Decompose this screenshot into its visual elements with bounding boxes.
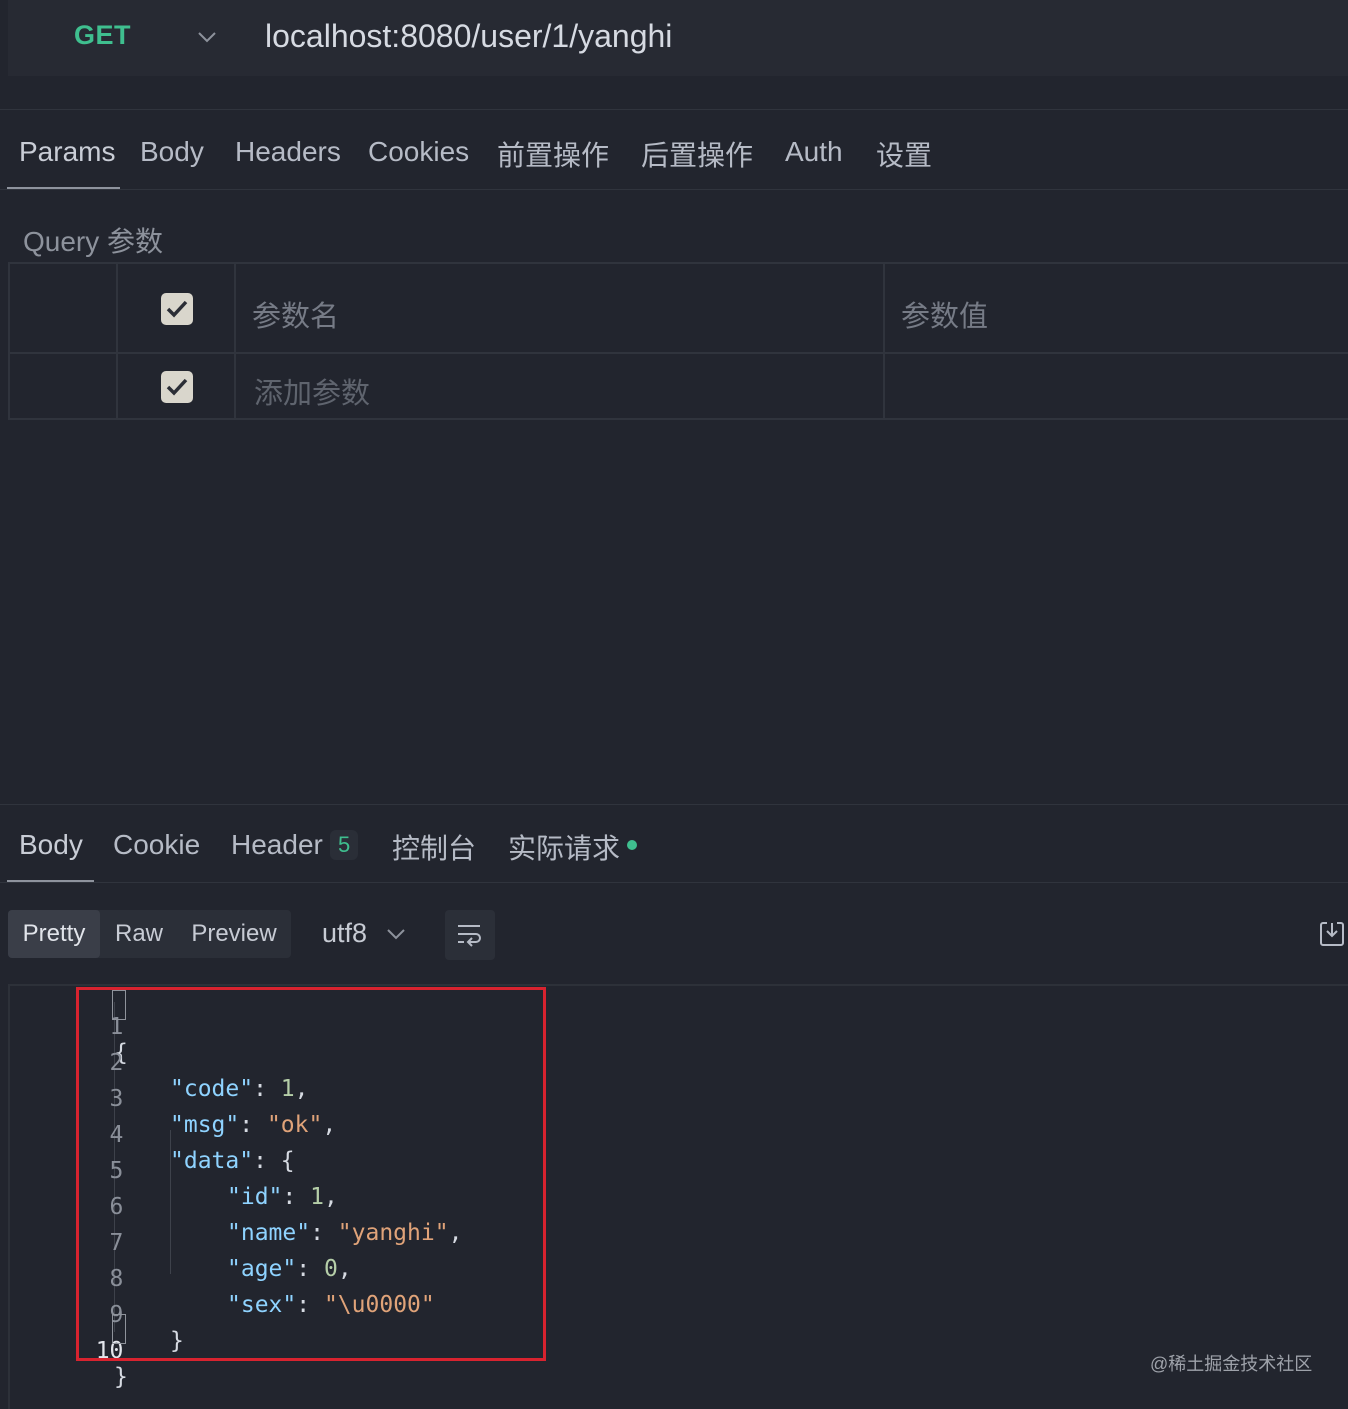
tab-response-body[interactable]: Body <box>19 829 83 861</box>
tab-cookies[interactable]: Cookies <box>368 136 469 168</box>
params-table: 参数名 参数值 添加参数 <box>8 262 1348 420</box>
tab-params[interactable]: Params <box>19 136 115 168</box>
section-title: Query 参数 <box>23 226 164 257</box>
select-all-checkbox[interactable] <box>161 293 193 325</box>
add-param-input[interactable]: 添加参数 <box>254 370 370 412</box>
chevron-down-icon[interactable] <box>194 24 220 50</box>
tab-actual-request[interactable]: 实际请求 <box>508 827 620 867</box>
code-line: 4 "data": { <box>10 1096 295 1174</box>
json-brace: } <box>114 1364 128 1390</box>
download-icon[interactable] <box>1318 920 1346 948</box>
watermark: @稀土掘金技术社区 <box>1150 1354 1313 1374</box>
tab-pre-ops[interactable]: 前置操作 <box>497 134 609 174</box>
divider <box>0 189 1348 190</box>
chevron-down-icon[interactable] <box>384 922 408 946</box>
status-dot <box>627 840 637 850</box>
method-select[interactable]: GET <box>74 20 131 51</box>
tab-console[interactable]: 控制台 <box>392 827 476 867</box>
table-header-row: 参数名 参数值 <box>10 264 1348 354</box>
code-line: 10 } <box>10 1312 128 1390</box>
word-wrap-button[interactable] <box>445 910 495 960</box>
url-bar: GET localhost:8080/user/1/yanghi <box>8 0 1348 76</box>
code-line: 6 "name": "yanghi", <box>10 1168 463 1246</box>
tab-body[interactable]: Body <box>140 136 204 168</box>
tab-response-cookie[interactable]: Cookie <box>113 829 200 861</box>
code-line: 8 "sex": "\u0000" <box>10 1240 435 1318</box>
view-mode-switch: Pretty Raw Preview <box>8 910 291 958</box>
column-header-name: 参数名 <box>252 301 340 333</box>
row-checkbox[interactable] <box>161 371 193 403</box>
divider <box>0 882 1348 883</box>
view-preview-button[interactable]: Preview <box>186 910 282 958</box>
check-icon <box>166 378 188 396</box>
code-line: 3 "msg": "ok", <box>10 1060 337 1138</box>
divider <box>0 804 1348 805</box>
header-count-badge: 5 <box>330 830 359 860</box>
view-raw-button[interactable]: Raw <box>108 910 170 958</box>
encoding-select[interactable]: utf8 <box>322 918 367 949</box>
url-input[interactable]: localhost:8080/user/1/yanghi <box>265 18 672 55</box>
tab-settings[interactable]: 设置 <box>876 134 932 174</box>
check-icon <box>166 300 188 318</box>
code-line: 7 "age": 0, <box>10 1204 352 1282</box>
code-text: } <box>114 1364 128 1390</box>
tab-post-ops[interactable]: 后置操作 <box>641 134 753 174</box>
view-pretty-button[interactable]: Pretty <box>8 910 100 958</box>
annotation-highlight-box <box>76 987 546 1361</box>
tab-headers[interactable]: Headers <box>235 136 341 168</box>
code-line: 2 "code": 1, <box>10 1024 309 1102</box>
tab-auth[interactable]: Auth <box>785 136 843 168</box>
table-row: 添加参数 <box>10 354 1348 420</box>
divider <box>0 109 1348 110</box>
wrap-icon <box>458 925 481 947</box>
column-header-value: 参数值 <box>901 301 989 333</box>
code-line: 1 { <box>10 988 128 1066</box>
code-line: 5 "id": 1, <box>10 1132 338 1210</box>
code-line: 9 } <box>10 1276 184 1354</box>
tab-response-header[interactable]: Header <box>231 829 323 861</box>
